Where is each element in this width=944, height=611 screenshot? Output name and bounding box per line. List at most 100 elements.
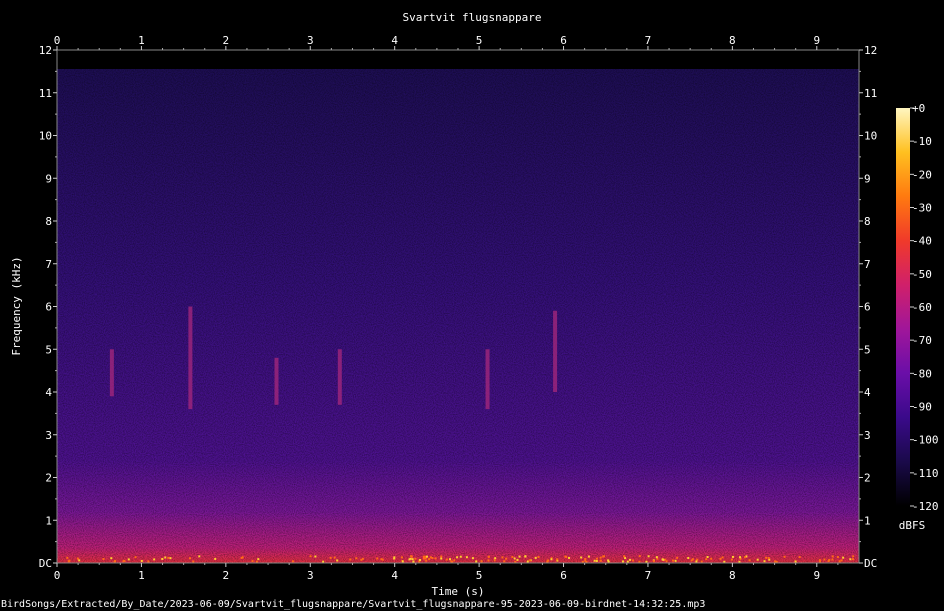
hotspot-speck — [465, 556, 468, 559]
hotspot-speck — [422, 555, 425, 558]
x-tick-label-top: 4 — [391, 34, 398, 47]
y-tick-label-left: 2 — [45, 472, 52, 485]
hotspot-speck — [167, 556, 170, 559]
x-tick-label-bottom: 5 — [476, 569, 483, 582]
chart-title: Svartvit flugsnappare — [402, 11, 541, 24]
hotspot-speck — [852, 558, 855, 561]
hotspot-speck — [731, 555, 734, 558]
hotspot-speck — [550, 558, 553, 561]
x-tick-label-bottom: 9 — [813, 569, 820, 582]
hotspot-speck — [534, 556, 537, 559]
hotspot-speck — [852, 555, 855, 558]
hotspot-speck — [257, 558, 260, 561]
x-axis-label: Time (s) — [432, 585, 485, 598]
colorbar-tick-label: -50 — [912, 268, 932, 281]
y-tick-label-right: 9 — [864, 172, 871, 185]
colorbar-label: dBFS — [899, 519, 926, 532]
hotspot-speck — [411, 558, 414, 561]
hotspot-speck — [624, 557, 627, 560]
y-tick-label-left: 4 — [45, 386, 52, 399]
hotspot-speck — [739, 556, 742, 559]
hotspot-speck — [763, 560, 766, 563]
hotspot-speck — [459, 555, 462, 558]
y-tick-label-left: 12 — [39, 44, 52, 57]
hotspot-speck — [400, 556, 403, 559]
x-tick-label-top: 2 — [223, 34, 230, 47]
hotspot-speck — [505, 557, 508, 560]
hotspot-speck — [513, 557, 516, 560]
x-tick-label-bottom: 6 — [560, 569, 567, 582]
x-tick-label-bottom: 0 — [54, 569, 61, 582]
hotspot-speck — [836, 556, 839, 559]
colorbar: +0 -10 -20 -30 -40 -50 -60 -70 -80 -90 -100 -110 -12… — [896, 102, 939, 532]
hotspot-speck — [192, 560, 195, 563]
hotspot-speck — [214, 557, 217, 560]
hotspot-speck — [838, 560, 841, 563]
y-tick-label-right: 7 — [864, 258, 871, 271]
colorbar-tick-label: -110 — [912, 467, 939, 480]
x-tick-label-bottom: 7 — [645, 569, 652, 582]
colorbar-ticks: +0 -10 -20 -30 -40 -50 -60 -70 -80 -90 -100 -110 -12… — [910, 102, 939, 513]
call-mark — [553, 310, 558, 392]
hotspot-speck — [706, 555, 709, 558]
hotspot-speck — [710, 557, 713, 560]
colorbar-tick-label: -60 — [912, 301, 932, 314]
hotspot-speck — [164, 556, 167, 559]
hotspot-speck — [422, 557, 425, 560]
hotspot-speck — [687, 557, 690, 560]
hotspot-speck — [78, 559, 81, 562]
hotspot-speck — [309, 555, 312, 558]
hotspot-speck — [314, 555, 317, 558]
y-tick-label-right: 11 — [864, 87, 877, 100]
hotspot-speck — [134, 556, 137, 559]
y-tick-label-right: 8 — [864, 215, 871, 228]
hotspot-speck — [652, 560, 655, 563]
hotspot-speck — [471, 557, 474, 560]
colorbar-tick-label: -120 — [912, 500, 939, 513]
top-empty-band — [57, 50, 859, 69]
y-tick-label-left: 8 — [45, 215, 52, 228]
hotspot-speck — [501, 556, 504, 559]
x-tick-label-bottom: 3 — [307, 569, 314, 582]
spectrogram-figure: Svartvit flugsnappare 0123456789 0123456… — [1, 11, 939, 610]
hotspot-speck — [376, 557, 379, 560]
hotspot-speck — [655, 556, 658, 559]
hotspot-speck — [607, 560, 610, 563]
x-tick-label-top: 1 — [138, 34, 145, 47]
call-mark — [109, 349, 114, 397]
hotspot-speck — [487, 559, 490, 562]
hotspot-speck — [494, 557, 497, 560]
footer-filepath: BirdSongs/Extracted/By_Date/2023-06-09/S… — [1, 599, 705, 610]
hotspot-speck — [456, 556, 459, 559]
hotspot-speck — [623, 555, 626, 558]
hotspot-speck — [240, 556, 243, 559]
y-tick-label-right: 4 — [864, 386, 871, 399]
x-tick-label-top: 0 — [54, 34, 61, 47]
hotspot-speck — [819, 560, 822, 563]
hotspot-speck — [493, 559, 496, 562]
hotspot-speck — [767, 556, 770, 559]
y-tick-label-right: 10 — [864, 130, 877, 143]
hotspot-speck — [730, 558, 733, 561]
y-tick-label-right: 3 — [864, 429, 871, 442]
x-tick-label-top: 6 — [560, 34, 567, 47]
hotspot-speck — [638, 555, 641, 558]
hotspot-speck — [161, 557, 164, 560]
hotspot-speck — [322, 560, 325, 563]
hotspot-speck — [349, 558, 352, 561]
y-tick-label-left: 7 — [45, 258, 52, 271]
call-mark — [485, 349, 490, 410]
colorbar-tick-label: -30 — [912, 202, 932, 215]
hotspot-speck — [599, 559, 602, 562]
hotspot-speck — [333, 556, 336, 559]
hotspot-speck — [401, 560, 404, 563]
hotspot-speck — [198, 555, 201, 558]
hotspot-speck — [645, 560, 648, 563]
y-tick-label-left: 3 — [45, 429, 52, 442]
y-tick-label-left: 11 — [39, 87, 52, 100]
colorbar-tick-label: -70 — [912, 334, 932, 347]
hotspot-speck — [556, 558, 559, 561]
hotspot-speck — [674, 559, 677, 562]
hotspot-speck — [524, 555, 527, 558]
colorbar-tick-label: -40 — [912, 235, 932, 248]
